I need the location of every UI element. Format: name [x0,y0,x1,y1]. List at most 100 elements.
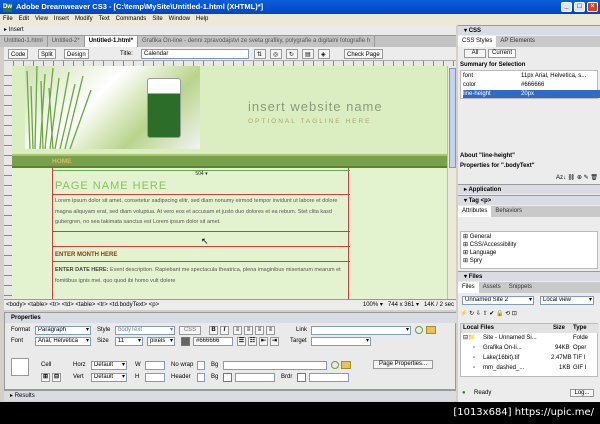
files-panel-header[interactable]: ▾ Files [458,271,600,281]
az-sort-icon[interactable]: Az↓ [556,175,566,181]
font-select[interactable]: Arial, Helvetica [35,337,91,346]
border-color-input[interactable] [309,373,349,382]
tab-assets[interactable]: Assets [479,282,505,293]
all-mode-button[interactable]: All [464,49,486,58]
design-canvas[interactable]: insert website name OPTIONAL TAGLINE HER… [4,61,456,299]
tab-attributes[interactable]: Attributes [458,206,492,217]
file-row[interactable]: ▫ mm_dashed_... 1KB GIF I [461,364,599,373]
browse-folder-icon[interactable] [426,326,436,334]
close-button[interactable]: × [587,2,598,12]
month-heading[interactable]: ENTER MONTH HERE [55,252,117,258]
size-select[interactable]: 11 [115,337,143,346]
put-files-icon[interactable]: ⇧ [483,311,488,317]
menu-help[interactable]: Help [193,14,211,25]
indent-icon[interactable]: ⇥ [270,337,279,346]
file-management-icon[interactable]: ⇅ [254,49,266,59]
application-panel-header[interactable]: ▸ Application [458,184,600,194]
align-center-icon[interactable]: ≡ [244,326,253,335]
col-size[interactable]: Size [553,324,565,333]
refresh-icon[interactable]: ↻ [469,311,474,317]
menu-edit[interactable]: Edit [16,14,32,25]
check-out-icon[interactable]: ✔ [489,311,494,317]
current-mode-button[interactable]: Current [488,49,516,58]
menu-text[interactable]: Text [96,14,113,25]
css-button[interactable]: CSS [179,326,201,335]
nowrap-checkbox[interactable] [197,361,205,370]
body-text[interactable]: Lorem ipsum dolor sit amet, consetetur s… [55,196,348,228]
menu-modify[interactable]: Modify [72,14,96,25]
css-panel-header[interactable]: ▾ CSS [458,25,600,35]
table-width-indicator[interactable]: 504 ▾ [53,170,350,177]
italic-button[interactable]: I [220,326,229,335]
format-select[interactable]: Paragraph [35,326,91,335]
tab-snippets[interactable]: Snippets [505,282,536,293]
horz-select[interactable]: Default [91,361,127,370]
merge-cells-icon[interactable]: ⊞ [41,373,50,382]
get-files-icon[interactable]: ⇩ [476,311,481,317]
scrollbar-thumb[interactable] [449,68,456,168]
height-input[interactable] [145,373,165,382]
bold-button[interactable]: B [209,326,218,335]
width-input[interactable] [145,361,165,370]
justify-icon[interactable]: ≡ [266,326,275,335]
visual-aids-icon[interactable]: ◈ [318,49,330,59]
page-body[interactable]: insert website name OPTIONAL TAGLINE HER… [12,66,447,299]
split-cell-icon[interactable]: ⊟ [52,373,61,382]
bg-color-swatch[interactable] [223,373,232,382]
tab-ap-elements[interactable]: AP Elements [496,36,539,47]
color-input[interactable]: #666666 [193,337,233,346]
design-view-button[interactable]: Design [64,49,89,59]
attr-group-css[interactable]: ⊞ CSS/Accessibility [463,241,600,249]
unit-select[interactable]: pixels [147,337,175,346]
tab-css-styles[interactable]: CSS Styles [458,36,497,47]
vertical-scrollbar[interactable] [447,66,456,299]
file-row[interactable]: ▫ Grafika On-li... 94KB Oper [461,344,599,353]
zoom-level[interactable]: 100% [363,302,378,308]
css-property-row[interactable]: color #666666 [463,81,600,89]
page-title-input[interactable]: Calendar [141,49,249,59]
vert-select[interactable]: Default [91,373,127,382]
col-type[interactable]: Type [573,324,587,333]
sync-icon[interactable]: ⟲ [505,311,510,317]
doc-tab[interactable]: Grafika On-line - denni zpravodajstvi ze… [138,36,376,47]
properties-header[interactable]: Properties [5,313,457,323]
window-size[interactable]: 744 x 361 [388,302,414,308]
ordered-list-icon[interactable]: ☷ [248,337,257,346]
check-page-button[interactable]: Check Page [344,49,383,59]
bg-image-input[interactable] [223,361,327,370]
site-name-heading[interactable]: insert website name [248,99,383,114]
insert-bar[interactable]: Insert [0,25,456,36]
log-button[interactable]: Log... [570,389,594,397]
tab-files[interactable]: Files [458,282,479,293]
col-local-files[interactable]: Local Files [463,324,494,333]
new-rule-icon[interactable]: ⊕ [577,175,582,181]
page-properties-button[interactable]: Page Properties... [373,360,433,369]
target-select[interactable] [311,337,371,346]
file-row[interactable]: ▫ Lake(16bit).tif 2.47MB TIF I [461,354,599,363]
content-table[interactable]: 504 ▾ PAGE NAME HERE Lorem ipsum dolor s… [52,168,350,299]
point-to-file-icon[interactable] [415,326,423,334]
align-left-icon[interactable]: ≡ [233,326,242,335]
css-property-row[interactable]: font 11px Arial, Helvetica, s... [463,72,600,80]
link-input[interactable] [311,326,411,335]
header-checkbox[interactable] [197,373,205,382]
expand-icon[interactable]: ⊡ [512,311,517,317]
preview-browser-icon[interactable]: ◎ [270,49,282,59]
minimize-button[interactable]: _ [561,2,572,12]
doc-tab-active[interactable]: Untitled-1.html* [84,36,139,47]
doc-tab[interactable]: Untitled-2* [48,36,85,47]
align-right-icon[interactable]: ≡ [255,326,264,335]
results-panel-header[interactable]: ▸ Results [4,390,456,401]
menu-site[interactable]: Site [149,14,165,25]
code-view-button[interactable]: Code [8,49,29,59]
event-text[interactable]: ENTER DATE HERE: Event description. Rapi… [55,265,348,286]
point-to-file-icon[interactable] [331,361,339,369]
connect-icon[interactable]: ⚡ [460,311,467,317]
page-name-heading[interactable]: PAGE NAME HERE [55,180,167,192]
menu-insert[interactable]: Insert [51,14,72,25]
tag-selector[interactable]: <body> <table> <tr> <td> <table> <tr> <t… [6,302,159,308]
attr-group-language[interactable]: ⊞ Language [463,249,600,257]
refresh-icon[interactable]: ↻ [286,49,298,59]
file-row[interactable]: ⊟📁 Site - Unnamed Si... Folde [461,334,599,343]
border-color-swatch[interactable] [297,373,306,382]
